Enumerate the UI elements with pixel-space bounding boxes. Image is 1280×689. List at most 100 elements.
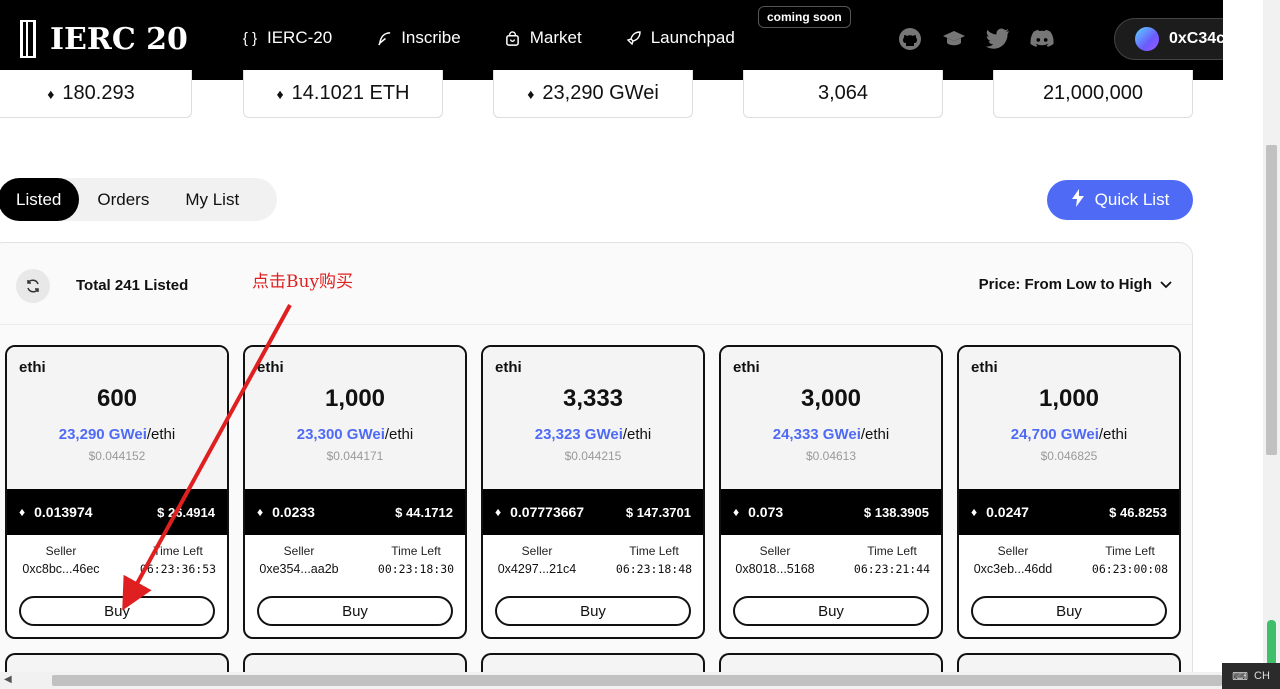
stat-value: 23,290 GWei: [542, 82, 659, 104]
card-eth-total: ♦ 0.0247: [971, 504, 1029, 520]
card-summary: ethi 3,000 24,333 GWei/ethi $0.04613: [721, 347, 941, 489]
time-left-label: Time Left: [391, 544, 441, 558]
seller-address[interactable]: 0xe354...aa2b: [257, 562, 341, 576]
card-unit-usd: $0.046825: [1040, 449, 1098, 463]
card-time-left: Time Left 06:23:18:48: [611, 544, 697, 576]
eth-icon: ♦: [733, 505, 740, 519]
card-meta: Seller 0xc8bc...46ec Time Left 06:23:36:…: [7, 535, 227, 595]
eth-icon: ♦: [276, 85, 284, 102]
seller-address[interactable]: 0x8018...5168: [733, 562, 817, 576]
time-left-value: 06:23:18:48: [615, 562, 693, 576]
horizontal-scrollbar[interactable]: ◀: [0, 672, 1222, 689]
buy-button[interactable]: Buy: [971, 596, 1167, 626]
github-icon[interactable]: [898, 27, 922, 51]
refresh-icon: [27, 279, 39, 293]
sort-dropdown[interactable]: Price: From Low to High: [979, 276, 1172, 293]
card-seller: Seller 0xe354...aa2b: [257, 544, 341, 576]
nav-item-label: IERC-20: [267, 28, 333, 47]
ime-indicator[interactable]: ⌨ CH: [1222, 663, 1280, 689]
card-usd-total: $ 44.1712: [395, 504, 453, 520]
eth-icon: ♦: [47, 85, 55, 102]
seller-label: Seller: [759, 544, 791, 558]
card-seller: Seller 0xc8bc...46ec: [19, 544, 103, 576]
sort-label: Price: From Low to High: [978, 276, 1152, 293]
card-time-left: Time Left 06:23:21:44: [849, 544, 935, 576]
eth-icon: ♦: [971, 505, 978, 519]
seller-label: Seller: [45, 544, 77, 558]
listing-tabs: Listed Orders My List: [0, 178, 278, 221]
time-left-value: 06:23:00:08: [1091, 562, 1169, 576]
top-navbar: IERC 20 { } IERC-20 Inscribe Market Laun…: [0, 0, 1264, 80]
card-eth-value: 0.07773667: [510, 504, 585, 520]
card-unit-price: 24,333 GWei/ethi: [721, 426, 941, 443]
card-summary: ethi 1,000 23,300 GWei/ethi $0.044171: [245, 347, 465, 489]
tab-my-list[interactable]: My List: [167, 178, 257, 221]
time-left-value: 06:23:36:53: [139, 562, 217, 576]
eth-icon: ♦: [495, 505, 502, 519]
card-unit-price: 23,290 GWei/ethi: [7, 426, 227, 443]
vertical-scroll-thumb[interactable]: [1266, 145, 1277, 455]
card-total-bar: ♦ 0.0247 $ 46.8253: [959, 489, 1179, 535]
card-gwei: 23,323 GWei: [534, 426, 623, 443]
time-left-label: Time Left: [867, 544, 917, 558]
buy-button[interactable]: Buy: [733, 596, 929, 626]
scroll-left-icon[interactable]: ◀: [4, 674, 12, 685]
buy-button[interactable]: Buy: [495, 596, 691, 626]
card-time-left: Time Left 06:23:36:53: [135, 544, 221, 576]
nav-item-label: Inscribe: [401, 28, 461, 47]
tab-orders[interactable]: Orders: [79, 178, 167, 221]
card-per-unit: /ethi: [1098, 426, 1128, 443]
card-eth-value: 0.0233: [272, 504, 315, 520]
braces-icon: { }: [242, 29, 258, 47]
listing-card: ethi 3,000 24,333 GWei/ethi $0.04613 ♦ 0.…: [719, 345, 943, 639]
bag-icon: [505, 30, 521, 46]
seller-address[interactable]: 0xc3eb...46dd: [971, 562, 1055, 576]
card-amount: 1,000: [324, 385, 386, 412]
card-ticker: ethi: [257, 359, 284, 376]
nav-item-launchpad[interactable]: Launchpad: [626, 28, 735, 48]
buy-button[interactable]: Buy: [257, 596, 453, 626]
twitter-icon[interactable]: [986, 27, 1010, 51]
quick-list-button[interactable]: Quick List: [1047, 180, 1193, 220]
nav-item-label: Launchpad: [650, 28, 735, 47]
card-gwei: 23,290 GWei: [58, 426, 147, 443]
seller-address[interactable]: 0xc8bc...46ec: [19, 562, 103, 576]
card-eth-total: ♦ 0.07773667: [495, 504, 584, 520]
nav-item-market[interactable]: Market: [505, 28, 582, 48]
logo-text: IERC 20: [50, 21, 188, 57]
logo[interactable]: IERC 20: [20, 20, 188, 58]
keyboard-icon: ⌨: [1232, 670, 1248, 683]
tab-listed[interactable]: Listed: [0, 178, 80, 221]
stat-value: 3,064: [817, 82, 869, 104]
card-usd-total: $ 46.8253: [1109, 504, 1167, 520]
time-left-label: Time Left: [1105, 544, 1155, 558]
card-seller: Seller 0x8018...5168: [733, 544, 817, 576]
nav-item-inscribe[interactable]: Inscribe: [376, 28, 461, 48]
card-ticker: ethi: [19, 359, 46, 376]
card-per-unit: /ethi: [146, 426, 176, 443]
horizontal-scroll-thumb[interactable]: [52, 675, 1222, 686]
vertical-scrollbar[interactable]: [1263, 0, 1280, 689]
card-unit-price: 24,700 GWei/ethi: [959, 426, 1179, 443]
card-unit-usd: $0.044171: [326, 449, 384, 463]
card-time-left: Time Left 00:23:18:30: [373, 544, 459, 576]
social-links: [898, 27, 1054, 51]
seller-label: Seller: [997, 544, 1029, 558]
card-eth-total: ♦ 0.073: [733, 504, 783, 520]
card-unit-price: 23,300 GWei/ethi: [245, 426, 465, 443]
card-eth-total: ♦ 0.0233: [257, 504, 315, 520]
nav-item-ierc20[interactable]: { } IERC-20: [242, 28, 332, 48]
discord-icon[interactable]: [1030, 27, 1054, 51]
refresh-button[interactable]: [16, 269, 50, 303]
buy-button[interactable]: Buy: [19, 596, 215, 626]
seller-address[interactable]: 0x4297...21c4: [495, 562, 579, 576]
card-summary: ethi 1,000 24,700 GWei/ethi $0.046825: [959, 347, 1179, 489]
graduation-cap-icon[interactable]: [942, 27, 966, 51]
listing-card: ethi 600 23,290 GWei/ethi $0.044152 ♦ 0.0…: [5, 345, 229, 639]
panel-header: Total 241 Listed Price: From Low to High: [0, 243, 1192, 325]
card-amount: 1,000: [1038, 385, 1100, 412]
wallet-avatar: [1135, 27, 1159, 51]
card-meta: Seller 0x8018...5168 Time Left 06:23:21:…: [721, 535, 941, 595]
stat-holders: 3,064: [743, 70, 943, 118]
stat-value: 180.293: [62, 82, 135, 104]
